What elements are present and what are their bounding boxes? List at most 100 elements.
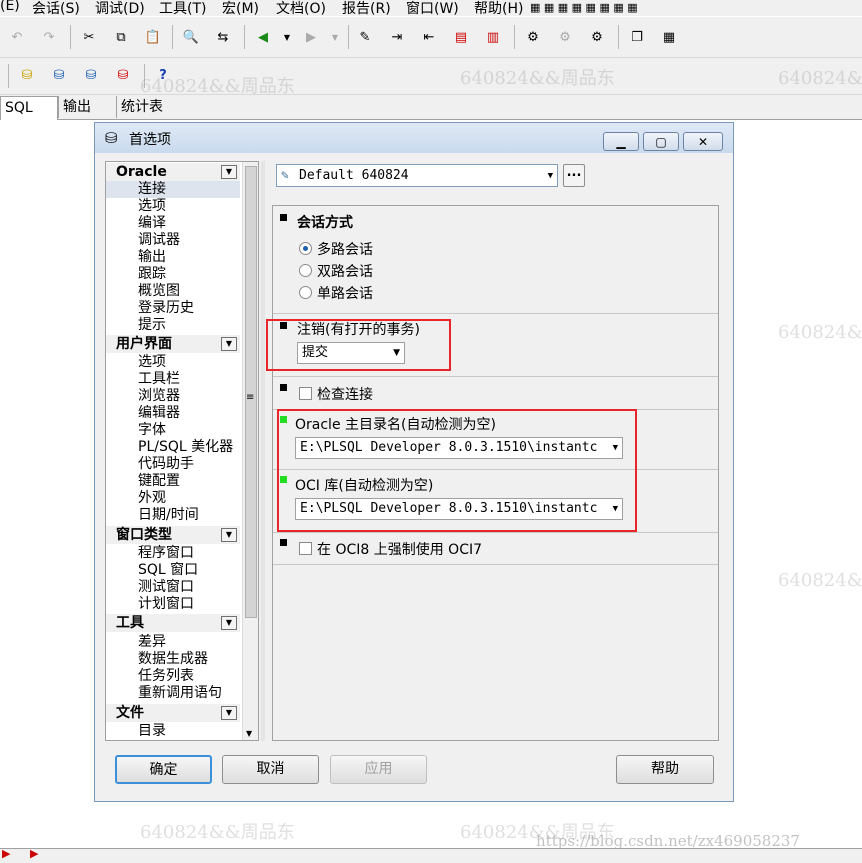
tree-item-directories[interactable]: 目录 xyxy=(138,723,166,740)
cancel-button[interactable]: 取消 xyxy=(222,755,319,784)
chevron-down-icon[interactable]: ▼ xyxy=(221,528,237,542)
menu-edit[interactable]: (E) xyxy=(0,0,20,14)
redo-icon[interactable]: ↷ xyxy=(38,26,60,48)
debug-step-icon[interactable]: ⚙ xyxy=(554,26,576,48)
profile-more-button[interactable]: ... xyxy=(563,164,585,187)
tree-item-browser[interactable]: 浏览器 xyxy=(138,388,180,405)
minimize-icon[interactable]: ▁ xyxy=(603,132,639,151)
menu-macro[interactable]: 宏(M) xyxy=(222,0,259,18)
document-icon[interactable]: ✎ xyxy=(354,26,376,48)
preferences-dialog: ⛁ 首选项 ▁ ▢ ✕ Oracle ▼ 连接 选项 编译 调试器 输出 跟踪 概… xyxy=(94,122,734,802)
rollback-icon[interactable]: ⛁ xyxy=(112,64,134,86)
forward-icon[interactable]: ▶ xyxy=(300,26,322,48)
tab-sql[interactable]: SQL xyxy=(0,96,58,120)
tile-windows-icon[interactable]: ▦ xyxy=(658,26,680,48)
comment-icon[interactable]: ▤ xyxy=(450,26,472,48)
tree-group-files[interactable]: 文件 ▼ xyxy=(106,704,240,722)
profile-select[interactable]: ✎ Default 640824 ▼ xyxy=(276,164,558,187)
tree-scrollbar[interactable]: ≡ ▼ xyxy=(242,162,258,740)
scroll-down-icon[interactable]: ▼ xyxy=(246,729,252,738)
radio-multi-session[interactable] xyxy=(299,242,312,255)
menu-document[interactable]: 文档(O) xyxy=(276,0,326,18)
cascade-windows-icon[interactable]: ❐ xyxy=(626,26,648,48)
commit-icon[interactable]: ⛁ xyxy=(80,64,102,86)
back-icon[interactable]: ◀ xyxy=(252,26,274,48)
chevron-down-icon[interactable]: ▼ xyxy=(221,616,237,630)
tab-output[interactable]: 输出 xyxy=(58,96,116,118)
tree-item-recall-statement[interactable]: 重新调用语句 xyxy=(138,685,222,702)
tree-group-window-types[interactable]: 窗口类型 ▼ xyxy=(106,526,240,544)
watermark-text: 640824&&周品东 xyxy=(140,76,295,97)
close-icon[interactable]: ✕ xyxy=(683,132,723,151)
tree-item-code-assistant[interactable]: 代码助手 xyxy=(138,456,194,473)
watermark-text: 640824&&周品东 xyxy=(460,68,615,89)
indent-icon[interactable]: ⇥ xyxy=(386,26,408,48)
tree-item-program-window[interactable]: 程序窗口 xyxy=(138,545,194,562)
forward-dropdown-icon[interactable]: ▼ xyxy=(324,26,346,48)
apply-button[interactable]: 应用 xyxy=(330,755,427,784)
tree-group-tools[interactable]: 工具 ▼ xyxy=(106,614,240,632)
tree-item-logon-history[interactable]: 登录历史 xyxy=(138,300,194,317)
check-connection-checkbox[interactable] xyxy=(299,387,312,400)
dialog-titlebar[interactable]: ⛁ 首选项 ▁ ▢ ✕ xyxy=(95,123,733,153)
tree-item-differences[interactable]: 差异 xyxy=(138,634,166,651)
tree-item-beautifier[interactable]: PL/SQL 美化器 xyxy=(138,439,233,456)
tree-item-output[interactable]: 输出 xyxy=(138,249,166,266)
tree-item-date-time[interactable]: 日期/时间 xyxy=(138,507,199,524)
tree-group-oracle[interactable]: Oracle ▼ xyxy=(106,163,240,181)
radio-dual-session[interactable] xyxy=(299,264,312,277)
cut-icon[interactable]: ✂ xyxy=(78,26,100,48)
tree-item-trace[interactable]: 跟踪 xyxy=(138,266,166,283)
back-dropdown-icon[interactable]: ▼ xyxy=(276,26,298,48)
force-oci7-checkbox[interactable] xyxy=(299,542,312,555)
tab-statistics[interactable]: 统计表 xyxy=(116,96,174,118)
radio-single-session[interactable] xyxy=(299,286,312,299)
menu-session[interactable]: 会话(S) xyxy=(32,0,80,18)
help-button[interactable]: 帮助 xyxy=(616,755,714,784)
replace-icon[interactable]: ⇆ xyxy=(212,26,234,48)
menu-report[interactable]: 报告(R) xyxy=(342,0,391,18)
find-icon[interactable]: 🔍 xyxy=(180,26,202,48)
tree-item-debugger[interactable]: 调试器 xyxy=(138,232,180,249)
tree-item-connection[interactable]: 连接 xyxy=(106,181,240,198)
tree-item-fonts[interactable]: 字体 xyxy=(138,422,166,439)
unindent-icon[interactable]: ⇤ xyxy=(418,26,440,48)
tree-item-test-window[interactable]: 测试窗口 xyxy=(138,579,194,596)
logon-icon[interactable]: ⛁ xyxy=(16,64,38,86)
tree-item-plan-window[interactable]: 计划窗口 xyxy=(138,596,194,613)
ok-button[interactable]: 确定 xyxy=(115,755,212,784)
tree-item-sql-window[interactable]: SQL 窗口 xyxy=(138,562,198,579)
tree-item-key-config[interactable]: 键配置 xyxy=(138,473,180,490)
tree-group-user-interface[interactable]: 用户界面 ▼ xyxy=(106,335,240,353)
paste-icon[interactable]: 📋 xyxy=(142,26,164,48)
watermark-text: 640824&&周品东 xyxy=(778,68,862,89)
uncomment-icon[interactable]: ▥ xyxy=(482,26,504,48)
tree-item-profiler[interactable]: 概览图 xyxy=(138,283,180,300)
debug-stop-icon[interactable]: ⚙ xyxy=(586,26,608,48)
tree-item-compiler[interactable]: 编译 xyxy=(138,215,166,232)
menu-tools[interactable]: 工具(T) xyxy=(159,0,206,18)
tree-item-task-list[interactable]: 任务列表 xyxy=(138,668,194,685)
undo-icon[interactable]: ↶ xyxy=(6,26,28,48)
copy-icon[interactable]: ⧉ xyxy=(110,26,132,48)
chevron-down-icon[interactable]: ▼ xyxy=(221,706,237,720)
tree-item-ui-options[interactable]: 选项 xyxy=(138,354,166,371)
menu-window[interactable]: 窗口(W) xyxy=(406,0,459,18)
tree-item-editor[interactable]: 编辑器 xyxy=(138,405,180,422)
menu-debug[interactable]: 调试(D) xyxy=(95,0,145,18)
sql-database-icon[interactable]: ⛁ xyxy=(48,64,70,86)
toolbar-separator xyxy=(514,25,515,49)
maximize-icon[interactable]: ▢ xyxy=(643,132,679,151)
chevron-down-icon[interactable]: ▼ xyxy=(221,337,237,351)
tree-item-oracle-options[interactable]: 选项 xyxy=(138,198,166,215)
toolbar-separator xyxy=(348,25,349,49)
tree-item-data-generator[interactable]: 数据生成器 xyxy=(138,651,208,668)
debug-run-icon[interactable]: ⚙ xyxy=(522,26,544,48)
tree-group-label: 文件 xyxy=(116,705,144,721)
menu-help[interactable]: 帮助(H) xyxy=(474,0,523,18)
tree-item-hints[interactable]: 提示 xyxy=(138,317,166,334)
tree-item-appearance[interactable]: 外观 xyxy=(138,490,166,507)
chevron-down-icon[interactable]: ▼ xyxy=(221,165,237,179)
panel-splitter[interactable] xyxy=(261,161,265,741)
tree-item-toolbar[interactable]: 工具栏 xyxy=(138,371,180,388)
